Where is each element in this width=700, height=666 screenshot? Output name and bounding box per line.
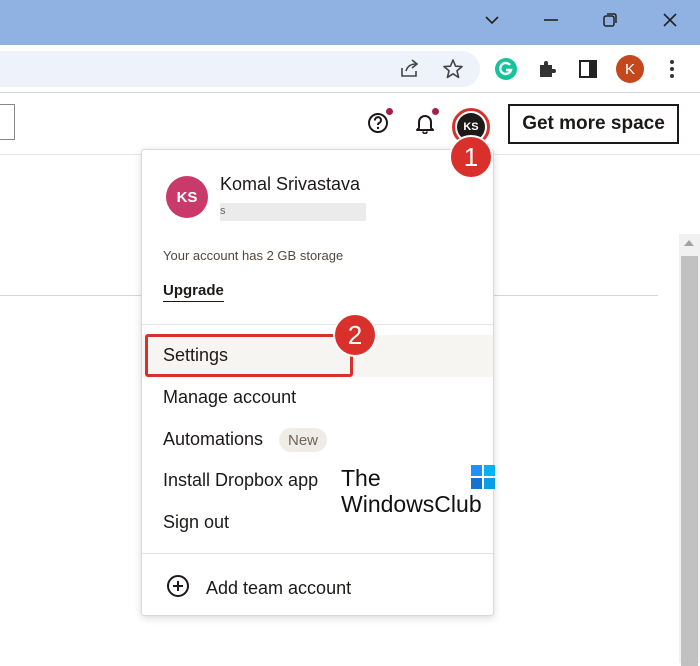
watermark: The WindowsClub [341,465,482,517]
restore-icon[interactable] [595,8,625,32]
page-scrollbar[interactable] [679,234,700,666]
new-badge: New [279,428,328,452]
help-notification-dot [386,108,393,115]
menu-item-sign-out[interactable]: Sign out [163,512,229,533]
user-email-redacted: s [220,203,366,221]
chevron-down-icon[interactable] [477,8,507,32]
scroll-up-arrow[interactable] [684,240,694,246]
email-prefix: s [220,205,226,217]
get-more-space-button[interactable]: Get more space [508,104,679,144]
add-team-account-item[interactable]: Add team account [166,574,351,603]
dropdown-divider [142,324,493,325]
minimize-icon[interactable] [536,8,566,32]
dropdown-divider [142,553,493,554]
watermark-line1: The [341,465,381,491]
extensions-icon[interactable] [535,57,559,81]
bell-notification-dot [432,108,439,115]
star-icon[interactable] [441,57,465,81]
search-input[interactable] [0,104,15,140]
step-1-marker: 1 [449,135,493,179]
user-name: Komal Srivastava [220,174,361,194]
step-2-marker: 2 [333,313,377,357]
share-icon[interactable] [398,57,422,81]
app-header: KS Get more space [0,94,700,154]
more-icon[interactable] [660,57,684,81]
grammarly-icon[interactable] [494,57,518,81]
scroll-thumb[interactable] [681,256,698,666]
browser-profile-avatar[interactable]: K [616,55,644,83]
browser-toolbar: K [0,45,700,93]
watermark-line2: WindowsClub [341,491,482,517]
dropdown-avatar: KS [166,176,208,218]
help-icon[interactable] [366,111,390,135]
close-icon[interactable] [655,8,685,32]
menu-item-settings[interactable]: Settings [163,345,228,366]
sidepanel-icon[interactable] [576,57,600,81]
upgrade-link[interactable]: Upgrade [163,282,224,302]
plus-circle-icon [166,574,190,603]
account-dropdown-menu: KS Komal Srivastava s Your account has 2… [141,149,494,616]
add-team-account-label: Add team account [206,578,352,598]
menu-item-manage-account[interactable]: Manage account [163,387,296,408]
storage-info: Your account has 2 GB storage [163,248,344,263]
windows-logo-icon [471,465,495,489]
menu-item-automations[interactable]: Automations [163,429,263,450]
browser-titlebar [0,0,700,45]
menu-item-install-app[interactable]: Install Dropbox app [163,470,318,491]
